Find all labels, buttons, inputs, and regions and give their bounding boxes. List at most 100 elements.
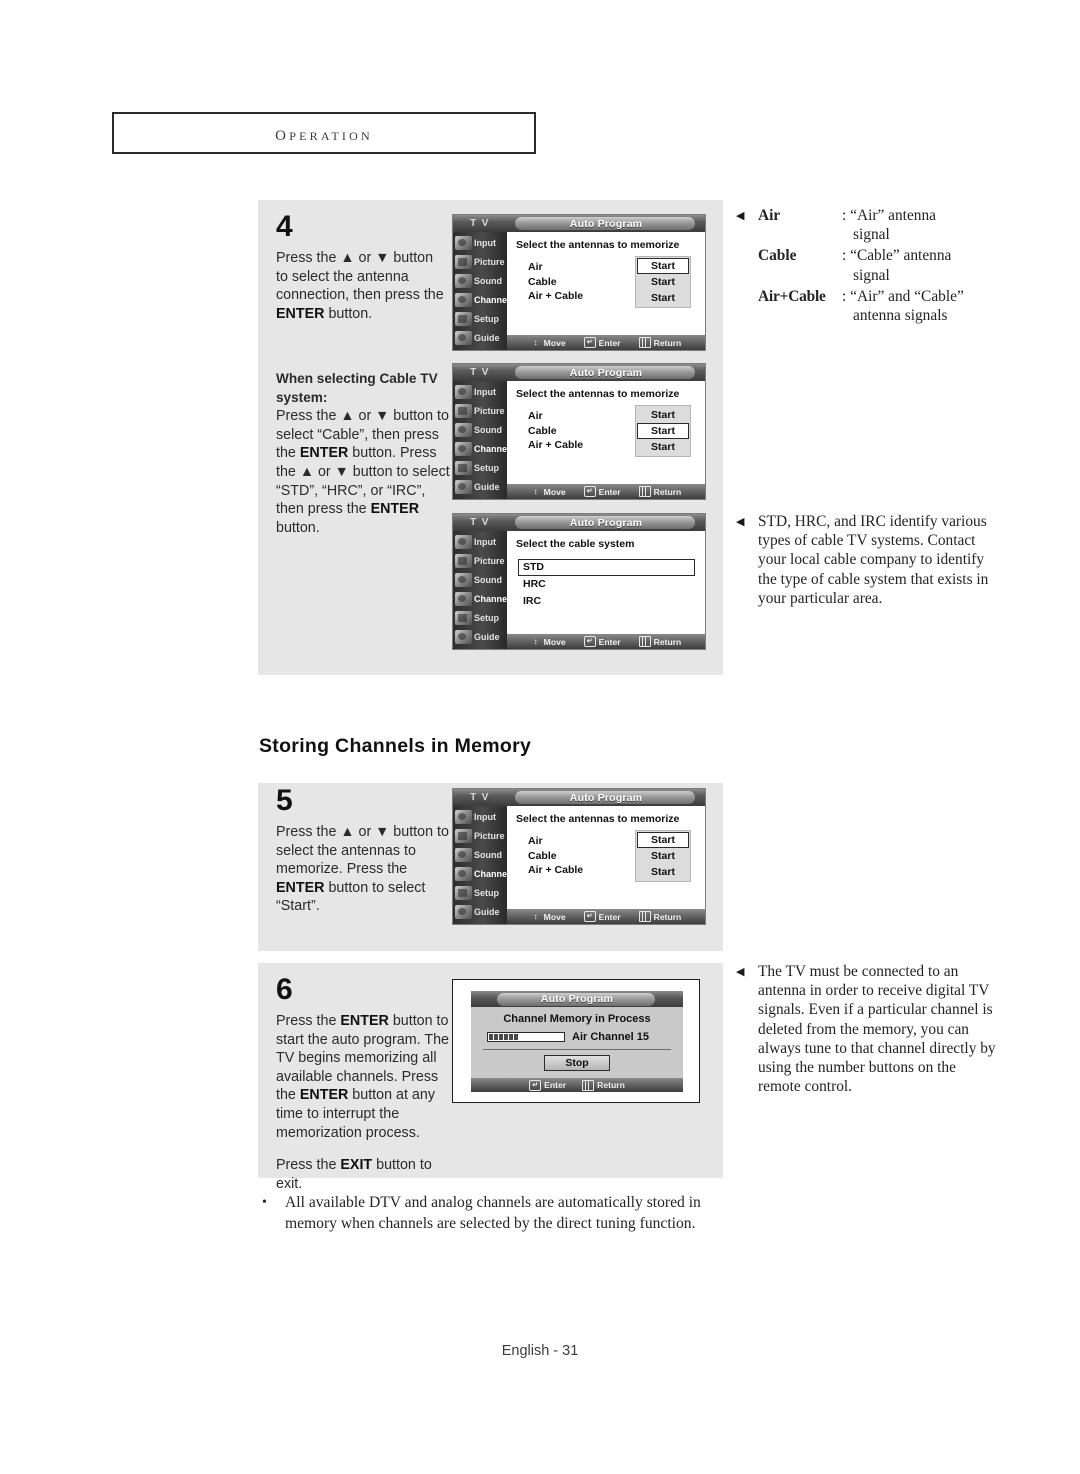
osd-start-button-air[interactable]: Start — [637, 407, 689, 423]
osd-body: Input Picture Sound Channel Setup Guide … — [453, 531, 705, 649]
step-4-instructions: 4 Press the ▲ or ▼ button to select the … — [276, 212, 448, 323]
input-icon — [455, 534, 472, 549]
step-4-text: Press the ▲ or ▼ button to select the an… — [276, 250, 444, 322]
osd-hint-enter: ↵ Enter — [529, 1079, 566, 1091]
osd-start-button-air[interactable]: Start — [637, 258, 689, 274]
osd-start-button-group: Start Start Start — [635, 830, 691, 882]
osd-brand-label: T V — [470, 367, 490, 378]
osd-cable-option-hrc[interactable]: HRC — [518, 576, 695, 593]
definition-row-air-cable: Air+Cable : “Air” and “Cable” antenna sig… — [758, 287, 1004, 325]
osd-sidebar-item-guide[interactable]: Guide — [453, 477, 507, 496]
osd-brand-label: T V — [470, 517, 490, 528]
osd-start-button-air-cable[interactable]: Start — [637, 290, 689, 306]
sound-icon — [455, 273, 472, 288]
definition-desc: : “Cable” antenna signal — [842, 247, 952, 284]
osd-content: Select the antennas to memorize Air Cabl… — [507, 806, 705, 924]
osd-sidebar-item-sound[interactable]: Sound — [453, 845, 507, 864]
note-marker-icon: ◀ — [736, 966, 745, 978]
up-down-arrow-icon: ↕ — [533, 912, 538, 921]
page-title: Operation — [275, 120, 373, 145]
osd-hint-return: Return — [638, 911, 681, 922]
osd-sidebar-item-guide[interactable]: Guide — [453, 902, 507, 921]
osd-sidebar-item-channel[interactable]: Channel — [453, 439, 510, 458]
osd-sidebar-label: Sound — [474, 275, 502, 286]
osd-sidebar-item-channel[interactable]: Channel — [453, 290, 510, 309]
osd-sidebar-item-picture[interactable]: Picture — [453, 551, 507, 570]
osd-sidebar-item-sound[interactable]: Sound — [453, 570, 507, 589]
definition-desc: : “Air” and “Cable” antenna signals — [842, 287, 964, 325]
enter-key-icon: ↵ — [583, 486, 596, 497]
input-icon — [455, 384, 472, 399]
osd-title: Auto Program — [540, 993, 614, 1005]
osd-sidebar-item-guide[interactable]: Guide — [453, 627, 507, 646]
osd-prompt: Select the cable system — [516, 538, 635, 550]
step-6-instructions: 6 Press the ENTER button to start the au… — [276, 975, 461, 1193]
enter-key-icon: ↵ — [529, 1079, 542, 1091]
osd-title-bar: T V Auto Program — [453, 215, 705, 232]
osd-body: Input Picture Sound Channel Setup Guide … — [453, 806, 705, 924]
osd-title: Auto Program — [569, 516, 643, 529]
progress-dialog-heading: Channel Memory in Process — [503, 1013, 651, 1025]
channel-icon — [455, 866, 472, 881]
osd-hint-move: ↕ Move — [531, 912, 566, 922]
osd-sidebar-label: Guide — [474, 332, 500, 343]
osd-screen-antenna-memorize: T V Auto Program Input Picture Sound Cha… — [452, 788, 706, 925]
note-tv-antenna: ◀ The TV must be connected to an antenna… — [736, 962, 998, 1096]
osd-title-wrap: Auto Program — [507, 364, 705, 381]
osd-sidebar-item-channel[interactable]: Channel — [453, 864, 510, 883]
osd-sidebar-item-guide[interactable]: Guide — [453, 328, 507, 347]
bullet-text: All available DTV and analog channels ar… — [285, 1194, 701, 1232]
osd-sidebar-item-input[interactable]: Input — [453, 233, 507, 252]
picture-icon — [455, 553, 472, 568]
stop-button[interactable]: Stop — [544, 1055, 610, 1071]
osd-sidebar-item-channel[interactable]: Channel — [453, 589, 510, 608]
osd-sidebar-item-setup[interactable]: Setup — [453, 309, 507, 328]
osd-sidebar-item-input[interactable]: Input — [453, 382, 507, 401]
osd-prompt: Select the antennas to memorize — [516, 388, 680, 400]
setup-icon — [455, 460, 472, 475]
osd-start-button-cable[interactable]: Start — [637, 423, 689, 439]
step-4-number: 4 — [276, 210, 293, 243]
osd-sidebar-label: Channel — [474, 443, 510, 454]
osd-hint-bar: ↕ Move ↵ Enter Return — [507, 634, 705, 649]
osd-start-button-air-cable[interactable]: Start — [637, 864, 689, 880]
osd-sidebar-item-picture[interactable]: Picture — [453, 826, 507, 845]
osd-cable-option-irc[interactable]: IRC — [518, 593, 695, 610]
sound-icon — [455, 847, 472, 862]
osd-sidebar-item-sound[interactable]: Sound — [453, 271, 507, 290]
osd-hint-move: ↕ Move — [531, 487, 566, 497]
menu-bars-icon — [638, 486, 651, 497]
osd-hint-enter: ↵ Enter — [583, 486, 621, 497]
osd-start-button-cable[interactable]: Start — [637, 848, 689, 864]
osd-sidebar-label: Guide — [474, 906, 500, 917]
osd-title-bar: T V Auto Program — [453, 364, 705, 381]
osd-start-button-air-cable[interactable]: Start — [637, 439, 689, 455]
osd-start-button-cable[interactable]: Start — [637, 274, 689, 290]
step-6-text: Press the ENTER button to start the auto… — [276, 1013, 449, 1141]
osd-sidebar-label: Input — [474, 811, 496, 822]
osd-title: Auto Program — [569, 217, 643, 230]
osd-sidebar-item-setup[interactable]: Setup — [453, 883, 507, 902]
page-footer: English - 31 — [501, 1343, 579, 1359]
osd-start-button-group: Start Start Start — [635, 256, 691, 308]
osd-sidebar-item-setup[interactable]: Setup — [453, 458, 507, 477]
osd-prompt: Select the antennas to memorize — [516, 239, 680, 251]
osd-sidebar-item-picture[interactable]: Picture — [453, 252, 507, 271]
osd-sidebar-item-input[interactable]: Input — [453, 532, 507, 551]
osd-sidebar-item-setup[interactable]: Setup — [453, 608, 507, 627]
osd-sidebar: Input Picture Sound Channel Setup Guide — [453, 806, 510, 924]
osd-start-button-air[interactable]: Start — [637, 832, 689, 848]
osd-sidebar-label: Setup — [474, 612, 500, 623]
osd-sidebar-item-picture[interactable]: Picture — [453, 401, 507, 420]
definition-term: Cable — [758, 247, 797, 265]
osd-sidebar-item-sound[interactable]: Sound — [453, 420, 507, 439]
osd-sidebar-label: Setup — [474, 462, 500, 473]
menu-bars-icon — [582, 1079, 595, 1091]
osd-sidebar-label: Channel — [474, 868, 510, 879]
guide-icon — [455, 330, 472, 345]
note-body: STD, HRC, and IRC identify various types… — [758, 513, 989, 607]
osd-hint-return: Return — [638, 636, 681, 647]
osd-cable-option-std[interactable]: STD — [518, 559, 695, 576]
osd-sidebar-item-input[interactable]: Input — [453, 807, 507, 826]
up-down-arrow-icon: ↕ — [533, 338, 538, 347]
